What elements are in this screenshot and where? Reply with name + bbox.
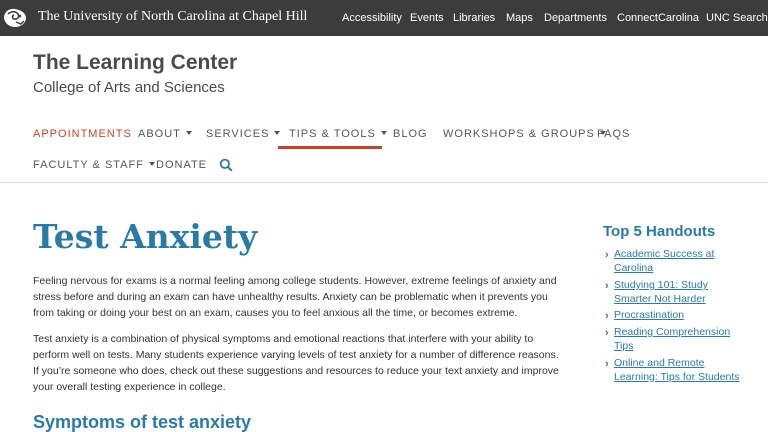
nav-faculty-staff-label: FACULTY & STAFF	[33, 159, 144, 171]
chevron-right-icon: ›	[605, 358, 609, 370]
chevron-right-icon: ›	[605, 280, 609, 292]
chevron-right-icon: ›	[605, 249, 609, 261]
page-title: Test Anxiety	[33, 217, 258, 256]
nav-tips-tools-label: TIPS & TOOLS	[289, 128, 376, 140]
chevron-down-icon	[185, 131, 192, 136]
handout-link-studying-101[interactable]: › Studying 101: Study Smarter Not Harder	[605, 279, 745, 306]
nav-donate[interactable]: DONATE	[156, 159, 207, 171]
section-heading-symptoms: Symptoms of test anxiety	[33, 412, 252, 432]
chevron-down-icon	[148, 162, 155, 167]
top-link-accessibility[interactable]: Accessibility	[342, 12, 402, 24]
chevron-down-icon	[380, 131, 387, 136]
handout-label: Procrastination	[614, 309, 685, 321]
university-name-link[interactable]: The University of North Carolina at Chap…	[38, 9, 307, 25]
unc-ram-logo-icon[interactable]	[0, 5, 30, 31]
top-link-events[interactable]: Events	[410, 12, 444, 24]
nav-blog-label: BLOG	[393, 128, 428, 140]
nav-faqs[interactable]: FAQS	[597, 128, 630, 140]
header-divider	[0, 182, 768, 183]
nav-appointments-label: APPOINTMENTS	[33, 128, 132, 140]
top-link-departments[interactable]: Departments	[544, 12, 607, 24]
handout-link-procrastination[interactable]: › Procrastination	[605, 309, 745, 323]
university-top-bar: The University of North Carolina at Chap…	[0, 0, 768, 36]
handout-label: Academic Success at Carolina	[614, 248, 715, 274]
handout-link-academic-success[interactable]: › Academic Success at Carolina	[605, 248, 745, 275]
handout-label: Online and Remote Learning: Tips for Stu…	[614, 357, 740, 383]
nav-about[interactable]: ABOUT	[138, 128, 192, 140]
top-link-unc-search[interactable]: UNC Search	[706, 12, 768, 24]
nav-blog[interactable]: BLOG	[393, 128, 428, 140]
nav-workshops-groups-label: WORKSHOPS & GROUPS	[443, 128, 595, 140]
chevron-right-icon: ›	[605, 327, 609, 339]
sidebar-title: Top 5 Handouts	[603, 223, 716, 240]
nav-donate-label: DONATE	[156, 159, 208, 171]
active-nav-underline	[278, 146, 382, 149]
site-subtitle: College of Arts and Sciences	[33, 79, 225, 96]
handout-link-online-remote-learning[interactable]: › Online and Remote Learning: Tips for St…	[605, 357, 745, 384]
top-link-libraries[interactable]: Libraries	[453, 12, 495, 24]
nav-appointments[interactable]: APPOINTMENTS	[33, 128, 132, 140]
chevron-down-icon	[274, 131, 281, 136]
site-title[interactable]: The Learning Center	[33, 51, 237, 75]
intro-paragraph: Feeling nervous for exams is a normal fe…	[33, 275, 557, 319]
nav-workshops-groups[interactable]: WORKSHOPS & GROUPS	[443, 128, 606, 140]
nav-faculty-staff[interactable]: FACULTY & STAFF	[33, 159, 155, 171]
nav-services-label: SERVICES	[206, 128, 270, 140]
handout-link-reading-comprehension[interactable]: › Reading Comprehension Tips	[605, 326, 745, 353]
nav-faqs-label: FAQS	[597, 128, 631, 140]
nav-tips-tools[interactable]: TIPS & TOOLS	[289, 128, 387, 140]
handout-label: Studying 101: Study Smarter Not Harder	[614, 279, 708, 305]
top-link-maps[interactable]: Maps	[506, 12, 533, 24]
top-link-connectcarolina[interactable]: ConnectCarolina	[617, 12, 699, 24]
handout-label: Reading Comprehension Tips	[614, 326, 731, 352]
definition-paragraph: Test anxiety is a combination of physica…	[33, 333, 559, 393]
chevron-right-icon: ›	[605, 310, 609, 322]
search-icon[interactable]	[219, 158, 233, 172]
nav-services[interactable]: SERVICES	[206, 128, 281, 140]
nav-about-label: ABOUT	[138, 128, 181, 140]
